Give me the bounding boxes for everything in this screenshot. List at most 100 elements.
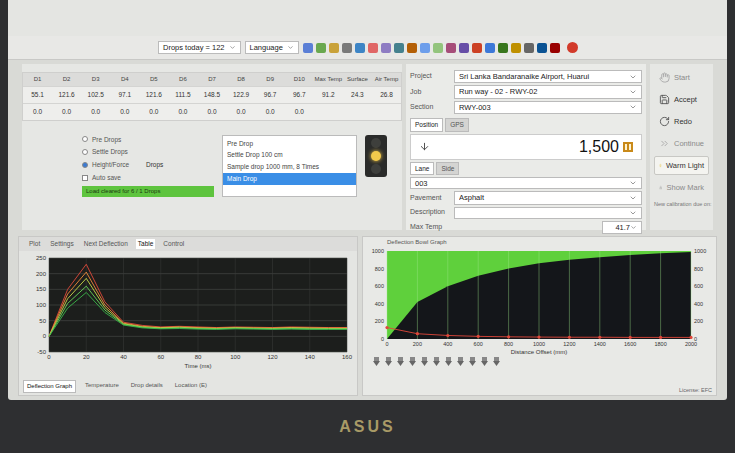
settings-row[interactable]: Pre Drops	[82, 135, 214, 145]
y-tick: 250	[36, 255, 347, 261]
table-cell: 24.3	[343, 87, 372, 103]
table-cell: 55.1	[23, 87, 52, 103]
pause-icon[interactable]	[623, 142, 633, 152]
pavement-field: PavementAsphalt	[410, 191, 642, 204]
bottom-tab[interactable]: Deflection Graph	[23, 380, 76, 393]
tool-icon[interactable]	[355, 43, 365, 53]
tab[interactable]: Position	[410, 118, 443, 132]
svg-text:0: 0	[694, 336, 697, 342]
drop-sequence-item[interactable]: Sample drop 1000 mm, 8 Times	[223, 161, 356, 173]
dropdown-icon[interactable]	[629, 73, 637, 81]
sensor-icon	[373, 357, 380, 366]
svg-text:0: 0	[43, 333, 47, 339]
action-button[interactable]: Show Mark	[654, 178, 709, 197]
tool-icon[interactable]	[368, 43, 378, 53]
dropdown-icon[interactable]	[629, 209, 637, 217]
chart-tab[interactable]: Plot	[27, 239, 42, 249]
language-dropdown[interactable]: Language	[245, 41, 299, 54]
action-icon	[659, 72, 670, 83]
field-input[interactable]: RWY-003	[454, 101, 642, 114]
auto-save-checkbox[interactable]: Auto save	[82, 173, 214, 183]
field-input[interactable]: Asphalt	[454, 191, 642, 204]
chart-tab[interactable]: Table	[136, 239, 156, 249]
dropdown-icon[interactable]	[629, 194, 637, 202]
tool-icon[interactable]	[420, 43, 430, 53]
tab[interactable]: Lane	[410, 162, 434, 176]
sensor-icon	[457, 357, 464, 366]
svg-text:120: 120	[267, 354, 278, 360]
tool-icon[interactable]	[303, 43, 313, 53]
tool-icon[interactable]	[485, 43, 495, 53]
tab[interactable]: Side	[436, 162, 459, 176]
light-lamp	[371, 151, 381, 161]
tool-icon[interactable]	[342, 43, 352, 53]
table-cell: 148.5	[197, 87, 226, 103]
tab[interactable]: GPS	[445, 118, 469, 132]
position-box: 1,500	[410, 134, 642, 160]
x-tick: 100	[230, 258, 241, 360]
bottom-tab[interactable]: Location (E)	[172, 380, 210, 393]
tool-icon[interactable]	[407, 43, 417, 53]
sensor-icon	[433, 357, 440, 366]
radio-button[interactable]	[82, 149, 88, 155]
radio-button[interactable]	[82, 162, 88, 168]
tool-icon[interactable]	[498, 43, 508, 53]
tool-icon[interactable]	[329, 43, 339, 53]
tool-icon[interactable]	[524, 43, 534, 53]
checkbox[interactable]	[82, 175, 88, 181]
tool-icon[interactable]	[433, 43, 443, 53]
drop-sequence-item[interactable]: Pre Drop	[223, 138, 356, 150]
form-field: SectionRWY-003	[410, 101, 642, 114]
field-input[interactable]	[454, 207, 642, 219]
stop-icon[interactable]	[567, 42, 578, 53]
action-button[interactable]: Start	[654, 68, 709, 87]
svg-text:200: 200	[36, 270, 47, 276]
tool-icon[interactable]	[472, 43, 482, 53]
y-tick: 400400	[375, 301, 703, 307]
series-line	[49, 292, 347, 336]
chart-tab[interactable]: Control	[161, 239, 186, 249]
field-input[interactable]: Run way - 02 - RWY-02	[454, 85, 642, 98]
lane-input[interactable]: 003	[410, 177, 642, 189]
table-row[interactable]: 0.00.00.00.00.00.00.00.00.00.0	[23, 103, 401, 120]
bottom-tab[interactable]: Drop details	[128, 380, 166, 393]
tool-icon[interactable]	[459, 43, 469, 53]
x-tick: 0	[385, 251, 388, 347]
y-tick: 00	[381, 336, 697, 342]
table-cell	[343, 104, 372, 120]
bottom-tabs: Deflection Graph Temperature Drop details L…	[19, 380, 357, 395]
chart-tab[interactable]: Settings	[48, 239, 76, 249]
drop-sequence-item[interactable]: Settle Drop 100 cm	[223, 149, 356, 161]
plot-area	[49, 258, 347, 352]
bottom-tab[interactable]: Temperature	[82, 380, 122, 393]
title-bar	[8, 0, 727, 36]
tool-icon[interactable]	[511, 43, 521, 53]
y-tick: 200200	[375, 318, 703, 324]
svg-text:0: 0	[47, 354, 51, 360]
dropdown-icon[interactable]	[629, 88, 637, 96]
chart-tab[interactable]: Next Deflection	[82, 239, 130, 249]
table-row[interactable]: 55.1121.6102.597.1121.6111.5148.5122.996…	[23, 86, 401, 103]
tool-icon[interactable]	[537, 43, 547, 53]
svg-text:160: 160	[342, 354, 353, 360]
action-button[interactable]: Accept	[654, 90, 709, 109]
table-cell: 0.0	[227, 104, 256, 120]
action-icon	[659, 182, 662, 193]
drop-sequence-item[interactable]: Main Drop	[223, 173, 356, 185]
settings-row[interactable]: Settle Drops	[82, 147, 214, 157]
tool-icon[interactable]	[446, 43, 456, 53]
tool-icon[interactable]	[316, 43, 326, 53]
settings-row[interactable]: Height/ForceDrops	[82, 160, 214, 170]
action-button[interactable]: Warm Light	[654, 156, 709, 175]
max-temp-input[interactable]: 41.7	[602, 221, 642, 234]
tool-icon[interactable]	[550, 43, 560, 53]
tool-icon[interactable]	[394, 43, 404, 53]
action-button[interactable]: Continue	[654, 134, 709, 153]
drops-today-dropdown[interactable]: Drops today = 122	[158, 41, 241, 54]
column-header: Max Temp	[314, 73, 343, 86]
tool-icon[interactable]	[381, 43, 391, 53]
dropdown-icon[interactable]	[629, 103, 637, 111]
field-input[interactable]: Sri Lanka Bandaranaike Airport, Huarui	[454, 70, 642, 83]
radio-button[interactable]	[82, 136, 88, 142]
action-button[interactable]: Redo	[654, 112, 709, 131]
